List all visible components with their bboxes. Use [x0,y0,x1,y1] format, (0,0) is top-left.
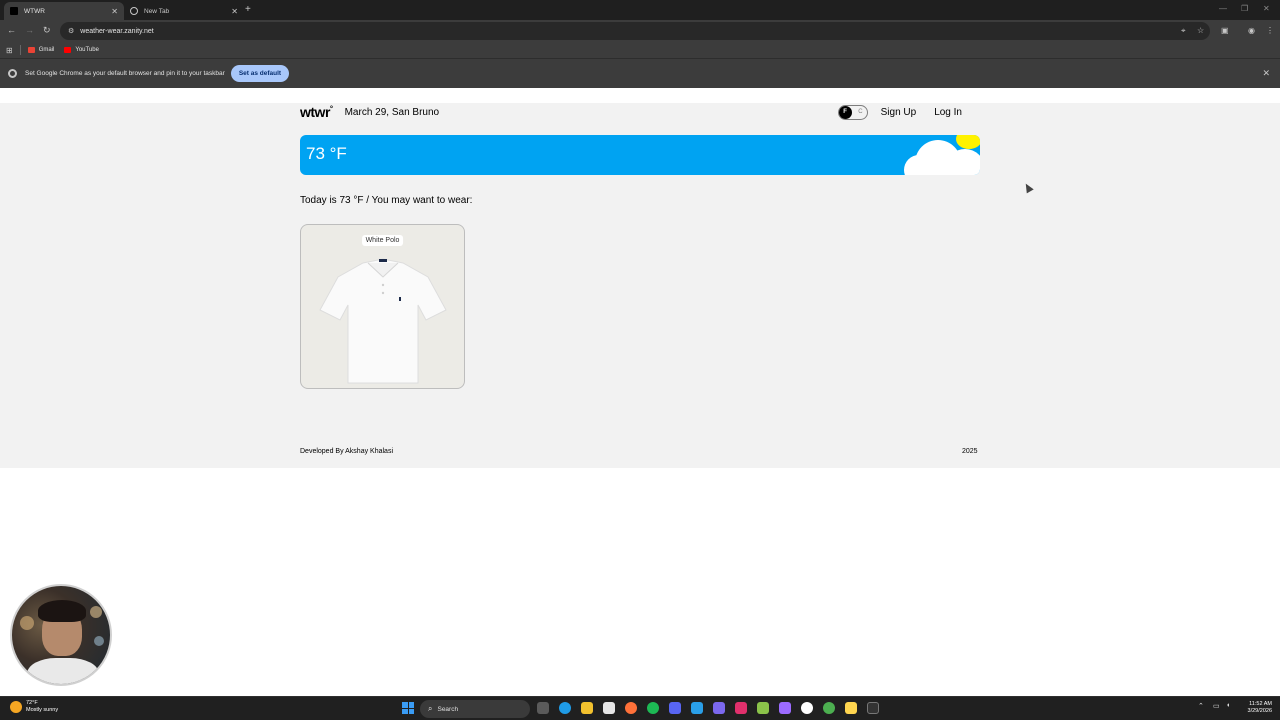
minimize-icon[interactable]: — [1219,4,1227,13]
gmail-icon [27,47,35,53]
tray-chevron-icon[interactable]: ⌃ [1198,702,1204,710]
bookmarks-divider [19,45,21,55]
set-as-default-button[interactable]: Set as default [230,65,290,82]
app-icon[interactable] [757,702,769,714]
tab-wtwr[interactable]: WTWR ✕ [4,2,124,20]
webcam-overlay [10,584,112,686]
bokeh-light [90,606,102,618]
bookmarks-bar: ⊞ Gmail YouTube [0,42,1280,58]
site-info-icon[interactable]: ⚙ [68,27,74,35]
window-close-icon[interactable]: ✕ [1263,4,1270,13]
tab-label: WTWR [24,7,45,15]
bookmark-gmail[interactable]: Gmail [27,47,55,53]
infobar-message: Set Google Chrome as your default browse… [25,70,225,77]
footer-year: 2025 [962,448,978,455]
location-pin-icon[interactable]: ⌖ [1181,26,1186,36]
task-view-icon[interactable] [537,702,549,714]
edge-icon[interactable] [559,702,571,714]
search-icon: ⌕ [428,704,433,713]
taskbar-time: 11:52 AM [1249,701,1272,707]
temperature-unit-toggle[interactable]: F C [837,104,868,120]
instagram-icon[interactable] [735,702,747,714]
new-tab-plus-icon[interactable]: + [245,4,251,15]
back-arrow-icon[interactable]: ← [7,25,16,35]
app-header: wtwr° March 29, San Bruno F C Sign Up Lo… [300,103,980,121]
weather-card: 73 °F [300,135,980,175]
bokeh-light [94,636,104,646]
chrome-icon [8,69,17,78]
web-page: wtwr° March 29, San Bruno F C Sign Up Lo… [0,88,1280,696]
today-recommendation-text: Today is 73 °F / You may want to wear: [300,195,473,206]
browser-toolbar: ← → ↻ ⚙ weather-wear.zanity.net ⌖ ☆ ▣ ◉ … [0,20,1280,42]
firefox-icon[interactable] [625,702,637,714]
browser-tab-strip: WTWR ✕ New Tab ✕ + — ❐ ✕ [0,0,1280,20]
date-location: March 29, San Bruno [344,106,440,118]
item-name-label: White Polo [361,235,404,246]
vscode-icon[interactable] [691,702,703,714]
volume-icon[interactable]: ◖ [1226,702,1230,709]
bookmark-youtube[interactable]: YouTube [64,47,99,53]
menu-kebab-icon[interactable]: ⋮ [1266,26,1274,35]
bookmark-star-icon[interactable]: ☆ [1197,26,1204,35]
person-shirt [27,658,99,684]
footer-developer: Developed By Akshay Khalasi [300,448,393,455]
address-bar[interactable]: ⚙ weather-wear.zanity.net [60,22,1210,40]
wtwr-logo[interactable]: wtwr° [300,104,333,120]
app-icon[interactable] [779,702,791,714]
weather-temperature: 73 °F [306,144,347,163]
wtwr-app: wtwr° March 29, San Bruno F C Sign Up Lo… [0,103,1280,468]
infobar-close-icon[interactable]: ✕ [1262,68,1270,79]
log-in-link[interactable]: Log In [934,107,962,118]
app-icon[interactable] [845,702,857,714]
person-hair [38,600,86,622]
restore-icon[interactable]: ❐ [1241,4,1248,13]
windows-taskbar: 72°F Mostly sunny ⌕ Search ⌃ ▭ ◖ 11:52 A… [0,696,1280,720]
bookmark-label: YouTube [75,47,99,53]
white-polo-image [319,258,447,384]
sign-up-link[interactable]: Sign Up [881,107,917,118]
file-explorer-icon[interactable] [581,702,593,714]
app-icon[interactable] [713,702,725,714]
spotify-icon[interactable] [647,702,659,714]
taskbar-date: 3/29/2026 [1247,708,1272,714]
globe-icon [130,7,138,15]
taskbar-clock[interactable]: 11:52 AM 3/29/2026 [1236,701,1272,715]
site-favicon-icon [10,7,18,15]
taskbar-weather-widget[interactable]: 72°F Mostly sunny [10,700,58,714]
toggle-alt-unit: C [858,108,863,115]
side-panel-icon[interactable]: ▣ [1221,26,1229,35]
tab-close-icon[interactable]: ✕ [231,7,238,16]
tab-label: New Tab [144,7,170,15]
tab-close-icon[interactable]: ✕ [111,7,118,16]
forward-arrow-icon[interactable]: → [25,25,34,35]
store-icon[interactable] [603,702,615,714]
windows-start-icon[interactable] [402,702,414,714]
terminal-icon[interactable] [867,702,879,714]
sun-icon [956,135,980,149]
youtube-icon [64,47,72,53]
taskbar-search[interactable]: ⌕ Search [420,700,530,718]
app-icon[interactable] [801,702,813,714]
toggle-knob: F [838,105,852,119]
reload-icon[interactable]: ↻ [43,25,51,36]
network-icon[interactable]: ▭ [1213,702,1220,710]
profile-icon[interactable]: ◉ [1248,26,1255,35]
apps-grid-icon[interactable]: ⊞ [6,46,13,55]
url-text: weather-wear.zanity.net [80,27,154,35]
default-browser-infobar: Set Google Chrome as your default browse… [0,58,1280,88]
bokeh-light [20,616,34,630]
sun-weather-icon [10,701,22,713]
taskbar-search-label: Search [437,705,459,713]
clothing-item-card[interactable]: White Polo [300,224,465,389]
discord-icon[interactable] [669,702,681,714]
taskbar-weather-condition: Mostly sunny [26,707,59,713]
chrome-taskbar-icon[interactable] [823,702,835,714]
tab-new-tab[interactable]: New Tab ✕ [124,2,244,20]
taskbar-weather-temp: 72°F [26,700,38,706]
bookmark-label: Gmail [38,47,55,53]
